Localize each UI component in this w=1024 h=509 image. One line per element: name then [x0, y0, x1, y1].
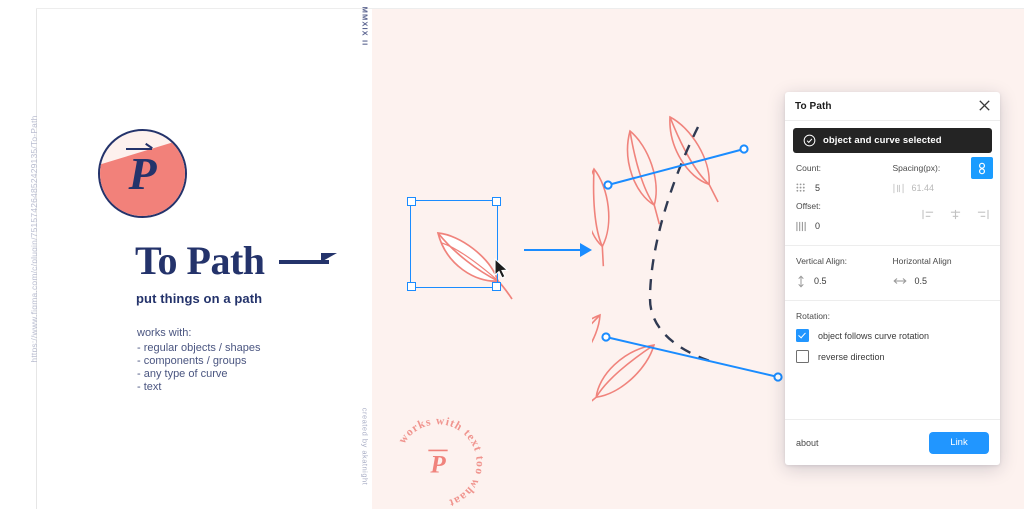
- rotation-option-label: object follows curve rotation: [818, 330, 930, 341]
- edition-mark: MMXIX II: [360, 6, 370, 47]
- horizontal-align-value: 0.5: [914, 276, 928, 286]
- count-value: 5: [815, 183, 821, 193]
- count-label: Count:: [796, 163, 822, 173]
- checkbox-checked[interactable]: [796, 329, 809, 342]
- status-toast-text: object and curve selected: [823, 135, 942, 146]
- status-toast: object and curve selected: [793, 128, 992, 153]
- link-spacing-toggle[interactable]: [971, 157, 993, 179]
- align-section: Vertical Align: 0.5 Horizontal Align 0.5: [785, 246, 1000, 301]
- to-path-plugin-panel[interactable]: To Path object and curve selected Count:: [785, 92, 1000, 465]
- vertical-align-value: 0.5: [814, 276, 827, 286]
- offset-label: Offset:: [796, 201, 821, 211]
- list-item: - regular objects / shapes: [137, 342, 261, 354]
- arrow-right-icon: [278, 252, 337, 270]
- horizontal-align-field[interactable]: 0.5: [892, 273, 990, 289]
- rotation-option-label: reverse direction: [818, 351, 885, 362]
- rotation-section: Rotation: object follows curve rotation …: [785, 301, 1000, 374]
- circular-text-sample: works with text too whaat P: [396, 414, 486, 509]
- page-subtitle: put things on a path: [136, 291, 263, 306]
- vertical-align-label: Vertical Align:: [796, 256, 848, 266]
- spacing-icon: [892, 183, 904, 193]
- rotation-option-reverse[interactable]: reverse direction: [796, 350, 989, 363]
- transform-arrow-icon: [524, 243, 592, 257]
- browser-top-edge: [36, 0, 1024, 9]
- arrow-horizontal-icon: [892, 278, 907, 284]
- browser-left-rail: https://www.figma.com/c/plugin/751574264…: [0, 0, 39, 509]
- works-with-list: - regular objects / shapes - components …: [137, 342, 261, 394]
- list-item: - any type of curve: [137, 368, 228, 380]
- app-root: https://www.figma.com/c/plugin/751574264…: [0, 0, 1024, 509]
- align-center-icon[interactable]: [949, 209, 962, 220]
- align-right-icon[interactable]: [976, 209, 989, 220]
- rotation-label: Rotation:: [796, 311, 831, 321]
- works-with-heading: works with:: [137, 327, 192, 339]
- spacing-field[interactable]: 61.44: [892, 180, 990, 196]
- checkbox-unchecked[interactable]: [796, 350, 809, 363]
- list-item: - text: [137, 381, 162, 393]
- offset-field[interactable]: 0: [796, 218, 893, 234]
- selection-handle[interactable]: [492, 282, 501, 291]
- arrow-vertical-icon: [798, 274, 804, 288]
- panel-footer: about Link: [785, 419, 1000, 465]
- logo-letter-text: P: [126, 147, 157, 199]
- panel-header: To Path: [785, 92, 1000, 121]
- align-left-icon[interactable]: [922, 209, 935, 220]
- distribute-icon-group: [893, 209, 990, 220]
- bars-icon: [796, 221, 806, 231]
- selection-handle[interactable]: [407, 197, 416, 206]
- count-field[interactable]: 5: [796, 180, 893, 196]
- logo-letter: P: [100, 131, 185, 216]
- bezier-handles: [601, 144, 783, 382]
- check-circle-icon: [803, 134, 816, 147]
- to-path-logo: P: [98, 129, 187, 218]
- selection-handle[interactable]: [407, 282, 416, 291]
- chain-link-icon: [978, 162, 986, 174]
- credit-text: created by akatnight: [360, 407, 370, 486]
- svg-text:P: P: [429, 452, 446, 479]
- mouse-cursor-icon: [494, 258, 509, 279]
- selection-bounding-box[interactable]: [407, 197, 501, 291]
- panel-title: To Path: [795, 100, 832, 112]
- page-title: To Path: [135, 238, 265, 283]
- link-button[interactable]: Link: [929, 431, 989, 454]
- vertical-align-field[interactable]: 0.5: [796, 273, 893, 289]
- close-icon[interactable]: [977, 98, 992, 113]
- poster-left-page: P To Path put things on a path works wit…: [37, 9, 364, 509]
- works-with-block: works with: - regular objects / shapes -…: [137, 327, 261, 394]
- selection-handle[interactable]: [492, 197, 501, 206]
- about-link[interactable]: about: [796, 438, 819, 448]
- horizontal-align-label: Horizontal Align: [892, 256, 952, 266]
- poster-title-row: To Path: [135, 238, 337, 283]
- dots-grid-icon: [796, 182, 805, 192]
- count-spacing-section: Count: 5 Spacing(px): 61.44 Offset: 0: [785, 153, 1000, 246]
- offset-value: 0: [815, 221, 821, 231]
- spacing-value: 61.44: [911, 183, 935, 193]
- rotation-option-follow-curve[interactable]: object follows curve rotation: [796, 329, 989, 342]
- list-item: - components / groups: [137, 355, 247, 367]
